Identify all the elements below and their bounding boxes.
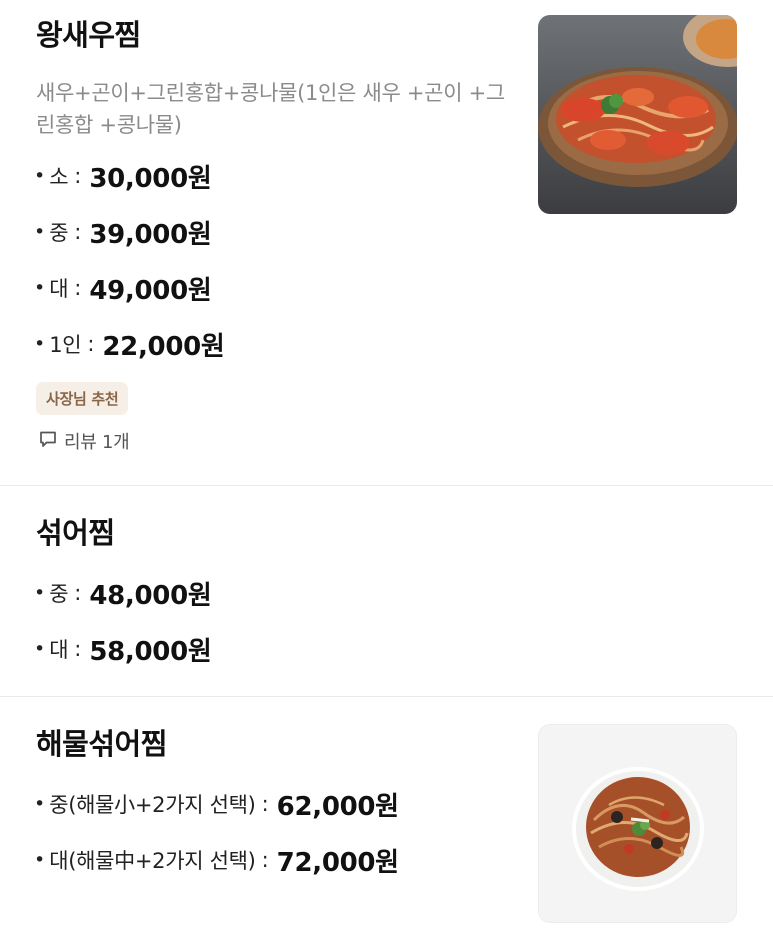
bullet: • bbox=[34, 793, 46, 815]
bullet: • bbox=[34, 277, 46, 299]
bullet: • bbox=[34, 849, 46, 871]
price-row: • 중 : 48,000원 bbox=[34, 576, 212, 611]
price-size: 대 bbox=[49, 277, 69, 301]
price-row: • 중(해물小+2가지 선택) : 62,000원 bbox=[34, 787, 399, 822]
menu-item-photo bbox=[538, 15, 737, 214]
price-size: 중 bbox=[49, 582, 69, 606]
price-value: 49,000원 bbox=[89, 275, 212, 306]
price-colon: : bbox=[261, 848, 269, 872]
menu-item-photo bbox=[538, 724, 737, 923]
bullet: • bbox=[34, 333, 46, 355]
menu-item-title: 섞어찜 bbox=[36, 516, 115, 550]
price-row: • 대(해물中+2가지 선택) : 72,000원 bbox=[34, 843, 399, 878]
bullet: • bbox=[34, 638, 46, 660]
review-count: 리뷰 1개 bbox=[64, 432, 130, 453]
price-value: 48,000원 bbox=[89, 580, 212, 611]
badge-label: 사장님 추천 bbox=[46, 390, 119, 408]
price-size: 중(해물小+2가지 선택) bbox=[49, 793, 256, 817]
chat-bubble-icon bbox=[38, 429, 58, 453]
price-row: • 중 : 39,000원 bbox=[34, 215, 212, 250]
price-value: 30,000원 bbox=[89, 163, 212, 194]
price-row: • 대 : 49,000원 bbox=[34, 271, 212, 306]
bullet: • bbox=[34, 165, 46, 187]
menu-item-title: 왕새우찜 bbox=[36, 18, 141, 52]
menu-item-description: 새우+곤이+그린홍합+콩나물(1인은 새우 +곤이 +그린홍합 +콩나물) bbox=[36, 81, 505, 137]
price-colon: : bbox=[74, 276, 82, 300]
price-value: 58,000원 bbox=[89, 636, 212, 667]
price-colon: : bbox=[74, 581, 82, 605]
price-colon: : bbox=[74, 637, 82, 661]
bullet: • bbox=[34, 221, 46, 243]
price-row: • 대 : 58,000원 bbox=[34, 632, 212, 667]
section-divider bbox=[0, 485, 773, 486]
price-size: 소 bbox=[49, 165, 69, 189]
price-row: • 1인 : 22,000원 bbox=[34, 327, 225, 362]
section-divider bbox=[0, 696, 773, 697]
menu-item-title: 해물섞어찜 bbox=[36, 727, 167, 761]
price-value: 62,000원 bbox=[276, 791, 399, 822]
price-size: 중 bbox=[49, 221, 69, 245]
price-colon: : bbox=[74, 164, 82, 188]
owner-recommend-badge: 사장님 추천 bbox=[36, 382, 129, 415]
bullet: • bbox=[34, 582, 46, 604]
price-value: 39,000원 bbox=[89, 219, 212, 250]
price-row: • 소 : 30,000원 bbox=[34, 159, 212, 194]
price-value: 72,000원 bbox=[276, 847, 399, 878]
price-colon: : bbox=[261, 792, 269, 816]
price-size: 대(해물中+2가지 선택) bbox=[49, 849, 256, 873]
price-colon: : bbox=[87, 332, 95, 356]
price-value: 22,000원 bbox=[102, 331, 225, 362]
price-size: 1인 bbox=[49, 333, 82, 357]
review-link[interactable]: 리뷰 1개 bbox=[38, 428, 130, 454]
price-size: 대 bbox=[49, 638, 69, 662]
price-colon: : bbox=[74, 220, 82, 244]
